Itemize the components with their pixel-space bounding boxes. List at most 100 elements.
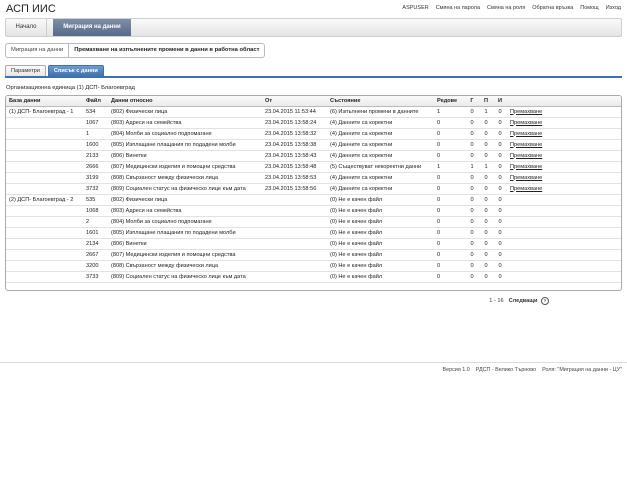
cell-status: (0) Не е качен файл: [327, 227, 434, 239]
feedback-link[interactable]: Обратна връзка: [532, 5, 573, 11]
table-row[interactable]: 2666 (807) Медицински изделия и помощни с…: [6, 161, 621, 173]
cell-g: 0: [465, 271, 479, 283]
cell-status: (0) Не е качен файл: [327, 260, 434, 272]
cell-status: (4) Данните са коректни: [327, 117, 434, 129]
breadcrumb-data-migration[interactable]: Миграция на данни: [6, 44, 70, 57]
table-row[interactable]: (2) ДСП- Благоевград - 2 535 (802) Физичес…: [6, 194, 621, 206]
remove-link[interactable]: Премахване: [507, 150, 621, 162]
col-file[interactable]: Файл: [83, 96, 108, 107]
pager-next-label: Следващи: [508, 298, 538, 304]
cell-status: (5) Съществуват некоректни данни: [327, 161, 434, 173]
table-row[interactable]: (1) ДСП- Благоевград - 1 534 (802) Физичес…: [6, 106, 621, 118]
change-password-link[interactable]: Смяна на парола: [436, 5, 480, 11]
remove-link: [507, 271, 621, 283]
cell-file: 2666: [83, 161, 108, 173]
cell-database: [6, 139, 83, 151]
table-row[interactable]: 3732 (809) Социален статус на физическо л…: [6, 183, 621, 195]
cell-g: 0: [465, 106, 479, 118]
cell-i: 0: [493, 172, 507, 184]
cell-g: 0: [465, 205, 479, 217]
cell-database: [6, 150, 83, 162]
cell-file: 3199: [83, 172, 108, 184]
table-body: (1) ДСП- Благоевград - 1 534 (802) Физичес…: [6, 106, 621, 283]
col-database[interactable]: База данни: [6, 96, 83, 107]
table-row[interactable]: 1068 (803) Адреси на семейства (0) Не е ка…: [6, 205, 621, 217]
remove-link[interactable]: Премахване: [507, 139, 621, 151]
data-grid: База данни Файл Данни относно От Състоян…: [5, 95, 622, 291]
pager: 1 - 16 Следващи ›: [489, 297, 549, 305]
cell-file: 534: [83, 106, 108, 118]
nav-data-migration-tab[interactable]: Миграция на данни: [53, 19, 131, 36]
table-row[interactable]: 1600 (805) Изплащане плащания по подадени…: [6, 139, 621, 151]
table-row[interactable]: 3200 (808) Свързаност между физически лиц…: [6, 260, 621, 272]
table-row[interactable]: 2 (804) Молби за социално подпомагане (0) …: [6, 216, 621, 228]
cell-file: 535: [83, 194, 108, 206]
cell-data-about: (805) Изплащане плащания по подадени мол…: [108, 227, 262, 239]
cell-data-about: (807) Медицински изделия и помощни средс…: [108, 161, 262, 173]
tab-parameters[interactable]: Параметри: [5, 65, 46, 76]
remove-link: [507, 216, 621, 228]
remove-link[interactable]: Премахване: [507, 161, 621, 173]
cell-status: (0) Не е качен файл: [327, 205, 434, 217]
cell-data-about: (805) Изплащане плащания по подадени мол…: [108, 139, 262, 151]
chevron-right-icon: ›: [541, 297, 549, 305]
table-row[interactable]: 1 (804) Молби за социално подпомагане 23.0…: [6, 128, 621, 140]
table-row[interactable]: 3199 (808) Свързаност между физически лиц…: [6, 172, 621, 184]
cell-g: 0: [465, 128, 479, 140]
col-from[interactable]: От: [262, 96, 327, 107]
cell-i: 0: [493, 150, 507, 162]
remove-link[interactable]: Премахване: [507, 117, 621, 129]
cell-g: 0: [465, 150, 479, 162]
top-links: ASPUSER Смяна на парола Смяна на роля Об…: [402, 5, 621, 11]
remove-link[interactable]: Премахване: [507, 183, 621, 195]
cell-from: [262, 194, 327, 206]
cell-p: 0: [479, 128, 493, 140]
cell-rows: 0: [434, 117, 465, 129]
cell-status: (6) Изпълнени промени в данните: [327, 106, 434, 118]
cell-rows: 0: [434, 139, 465, 151]
col-i[interactable]: И: [493, 96, 507, 107]
cell-p: 0: [479, 150, 493, 162]
cell-from: [262, 238, 327, 250]
col-rows[interactable]: Редове: [434, 96, 465, 107]
pager-next-button[interactable]: Следващи ›: [509, 297, 549, 305]
remove-link[interactable]: Премахване: [507, 128, 621, 140]
user-link[interactable]: ASPUSER: [402, 5, 428, 11]
table-row[interactable]: 3733 (809) Социален статус на физическо л…: [6, 271, 621, 283]
app-title: АСП ИИС: [6, 3, 56, 15]
cell-file: 2133: [83, 150, 108, 162]
cell-g: 0: [465, 117, 479, 129]
cell-p: 0: [479, 249, 493, 261]
cell-file: 3733: [83, 271, 108, 283]
logout-link[interactable]: Изход: [606, 5, 621, 11]
cell-rows: 0: [434, 183, 465, 195]
cell-i: 0: [493, 128, 507, 140]
table-row[interactable]: 1601 (805) Изплащане плащания по подадени…: [6, 227, 621, 239]
table-row[interactable]: 2133 (806) Винетки 23.04.2015 13:58:43 (4) …: [6, 150, 621, 162]
pager-range: 1 - 16: [489, 298, 504, 304]
table-row[interactable]: 2667 (807) Медицински изделия и помощни с…: [6, 249, 621, 261]
change-role-link[interactable]: Смяна на роля: [487, 5, 525, 11]
col-g[interactable]: Г: [465, 96, 479, 107]
cell-i: 0: [493, 227, 507, 239]
help-link[interactable]: Помощ: [580, 5, 598, 11]
cell-i: 0: [493, 271, 507, 283]
cell-rows: 0: [434, 249, 465, 261]
footer-version: Версия 1.0: [442, 367, 470, 373]
col-data-about[interactable]: Данни относно: [108, 96, 262, 107]
table-row[interactable]: 2134 (806) Винетки (0) Не е качен файл 0 0 0 0: [6, 238, 621, 250]
remove-link[interactable]: Премахване: [507, 106, 621, 118]
nav-home-tab[interactable]: Начало: [6, 19, 47, 36]
cell-data-about: (808) Свързаност между физически лица: [108, 260, 262, 272]
col-status[interactable]: Състояние: [327, 96, 434, 107]
remove-link[interactable]: Премахване: [507, 172, 621, 184]
table-row[interactable]: 1067 (803) Адреси на семейства 23.04.2015 …: [6, 117, 621, 129]
cell-data-about: (808) Свързаност между физически лица: [108, 172, 262, 184]
tab-data-list[interactable]: Списък с данни: [47, 65, 104, 76]
cell-data-about: (802) Физически лица: [108, 106, 262, 118]
cell-database: [6, 260, 83, 272]
cell-database: [6, 205, 83, 217]
cell-from: 23.04.2015 13:58:48: [262, 161, 327, 173]
col-p[interactable]: П: [479, 96, 493, 107]
cell-i: 0: [493, 194, 507, 206]
